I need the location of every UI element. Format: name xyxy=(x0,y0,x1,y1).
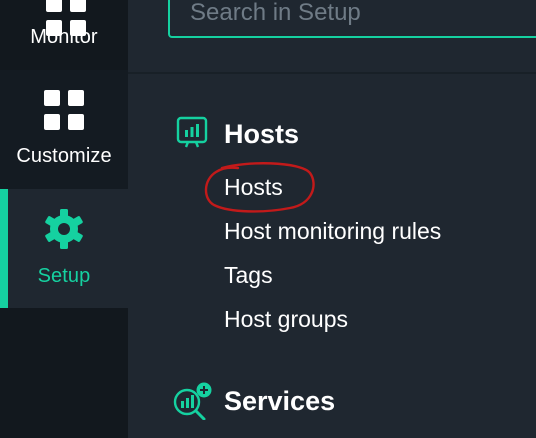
menu-link-host-groups[interactable]: Host groups xyxy=(224,306,348,333)
section-title-services: Services xyxy=(224,386,336,416)
main-nav-rail: Monitor Customize Setup xyxy=(0,0,128,438)
menu-link-hosts[interactable]: Hosts xyxy=(224,174,283,201)
nav-item-customize[interactable]: Customize xyxy=(0,70,128,189)
nav-item-label: Setup xyxy=(37,265,91,287)
gear-icon xyxy=(44,209,84,254)
setup-search-bar xyxy=(128,0,536,74)
nav-item-label: Monitor xyxy=(30,26,98,48)
setup-screen: Monitor Customize Setup Search in Setup … xyxy=(0,0,536,438)
nav-item-label: Customize xyxy=(16,145,112,167)
nav-item-setup[interactable]: Setup xyxy=(0,189,128,308)
search-input[interactable] xyxy=(190,0,530,27)
menu-link-host-monitoring-rules[interactable]: Host monitoring rules xyxy=(224,218,441,245)
services-search-icon xyxy=(172,382,212,425)
menu-link-tags[interactable]: Tags xyxy=(224,262,273,289)
nav-item-monitor[interactable]: Monitor xyxy=(0,0,128,49)
section-title-hosts: Hosts xyxy=(224,119,300,149)
grid-icon xyxy=(44,90,84,130)
search-box[interactable] xyxy=(168,0,536,38)
hosts-chart-icon xyxy=(176,116,208,153)
